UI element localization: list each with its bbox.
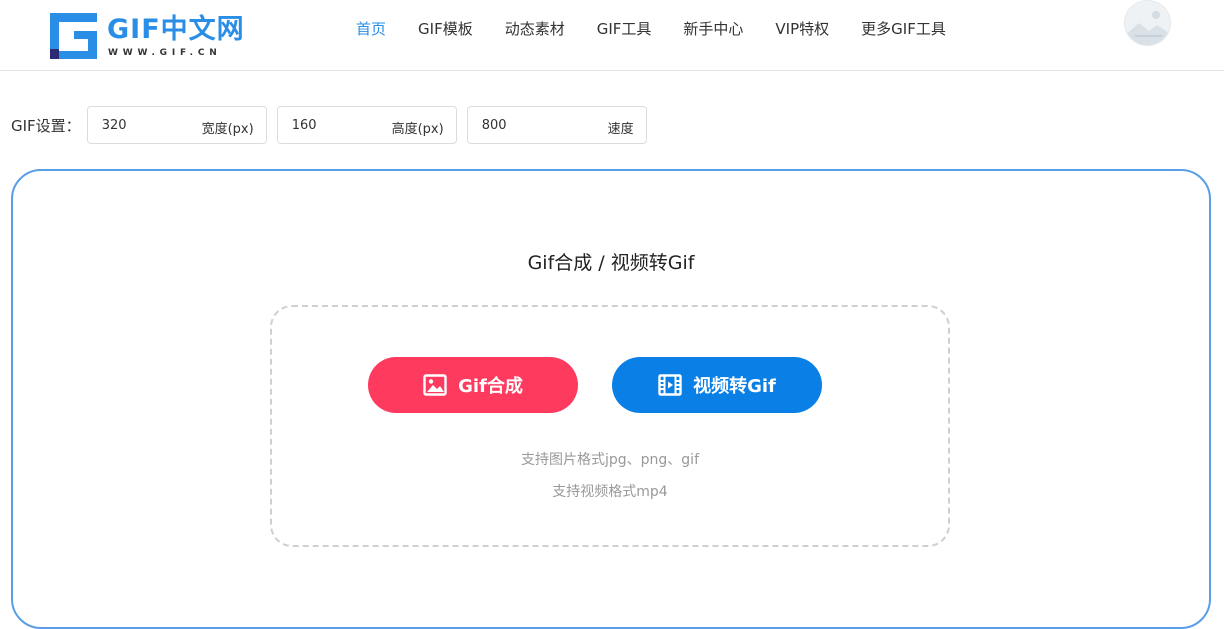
gif-compose-label: Gif合成	[458, 376, 523, 397]
nav-item-vip[interactable]: VIP特权	[775, 18, 829, 39]
video-to-gif-label: 视频转Gif	[693, 376, 776, 397]
converter-title: Gif合成 / 视频转Gif	[527, 252, 695, 274]
video-to-gif-button[interactable]: 视频转Gif	[612, 357, 822, 413]
width-unit-label: 宽度(px)	[201, 122, 254, 137]
width-field: 宽度(px)	[86, 106, 267, 144]
nav-item-beginner-center[interactable]: 新手中心	[683, 18, 743, 39]
site-header: GIF中文网 WWW.GIF.CN 首页 GIF模板 动态素材 GIF工具 新手…	[0, 0, 1224, 71]
film-icon	[658, 374, 682, 396]
width-input[interactable]	[87, 107, 188, 143]
logo-g-icon	[50, 13, 97, 59]
site-logo[interactable]: GIF中文网 WWW.GIF.CN	[50, 12, 250, 62]
speed-field: 速度	[466, 106, 647, 144]
gif-settings-label: GIF设置：	[11, 116, 81, 135]
gif-compose-button[interactable]: Gif合成	[368, 357, 578, 413]
image-icon	[423, 374, 447, 396]
height-unit-label: 高度(px)	[391, 122, 444, 137]
height-input[interactable]	[277, 107, 378, 143]
height-field: 高度(px)	[276, 106, 457, 144]
image-format-hint: 支持图片格式jpg、png、gif	[520, 452, 699, 468]
logo-title: GIF中文网	[107, 14, 245, 45]
converter-card: Gif合成 / 视频转Gif Gif合成 视频转Gif 支持图片格式jpg、pn…	[11, 169, 1211, 629]
video-format-hint: 支持视频格式mp4	[552, 484, 668, 500]
nav-item-gif-tools[interactable]: GIF工具	[597, 18, 652, 39]
speed-input[interactable]	[467, 107, 568, 143]
nav-item-animated-assets[interactable]: 动态素材	[505, 18, 565, 39]
gif-settings: GIF设置： 宽度(px) 高度(px) 速度	[11, 106, 657, 144]
nav-item-more-tools[interactable]: 更多GIF工具	[861, 18, 946, 39]
user-avatar[interactable]	[1124, 0, 1171, 46]
landscape-placeholder-icon	[1125, 1, 1170, 45]
upload-dropzone[interactable]: Gif合成 视频转Gif 支持图片格式jpg、png、gif 支持视频格式mp4	[270, 305, 950, 547]
speed-unit-label: 速度	[607, 122, 634, 137]
nav-item-home[interactable]: 首页	[356, 18, 386, 39]
logo-subtitle: WWW.GIF.CN	[108, 48, 222, 58]
nav-item-gif-templates[interactable]: GIF模板	[418, 18, 473, 39]
main-nav: 首页 GIF模板 动态素材 GIF工具 新手中心 VIP特权 更多GIF工具	[356, 0, 946, 56]
